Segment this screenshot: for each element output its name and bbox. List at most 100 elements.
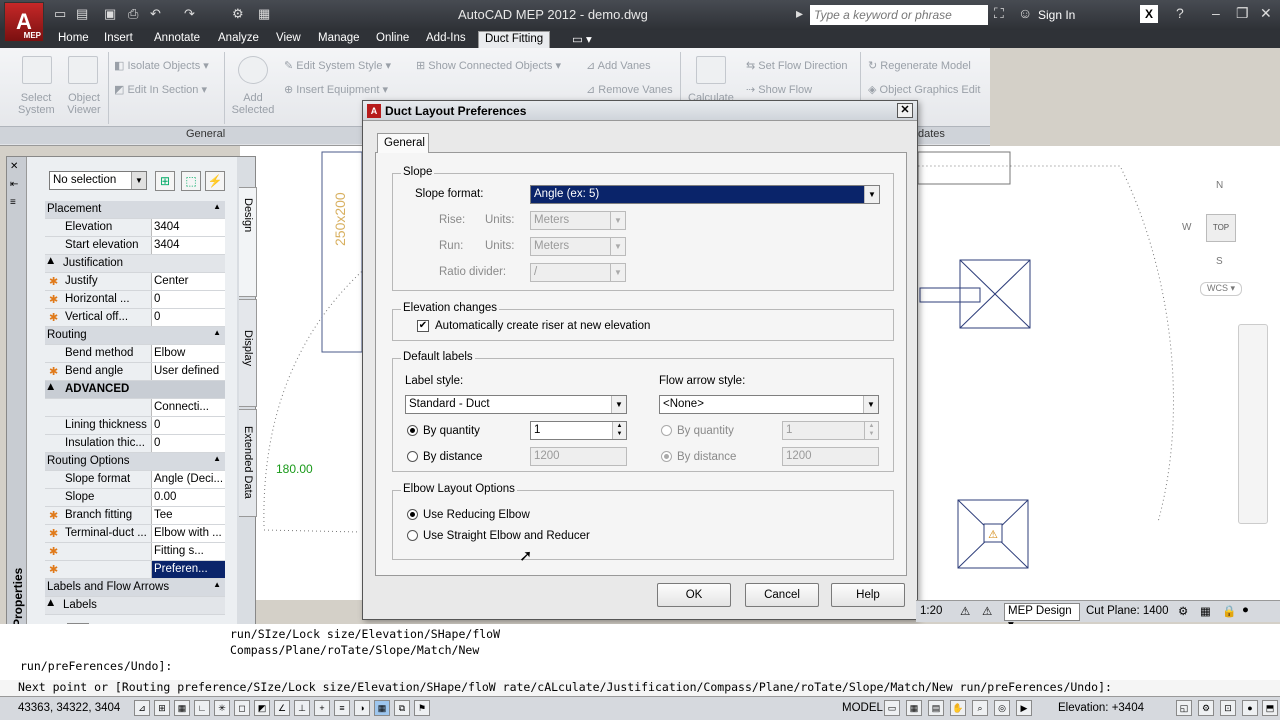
user-icon[interactable]: ☺ (1018, 5, 1032, 21)
snap-mode-icon[interactable]: ⊞ (154, 700, 170, 716)
workspace-settings-icon[interactable]: ⚙ (1178, 604, 1188, 618)
expand-arrow-icon[interactable]: ▸ (796, 5, 803, 22)
collapse-icon[interactable]: ▲ (45, 381, 56, 393)
application-menu-button[interactable]: A MEP (4, 2, 44, 42)
viewcube[interactable]: N W TOP S WCS ▾ (1180, 180, 1270, 300)
show-connected-objects-button[interactable]: ⊞ Show Connected Objects ▾ (416, 59, 561, 72)
collapse-icon[interactable]: ▲ (213, 328, 221, 337)
collapse-icon[interactable]: ▲ (213, 454, 221, 463)
minimize-icon[interactable]: – (1212, 5, 1220, 21)
pan-icon[interactable]: ✋ (950, 700, 966, 716)
search-input[interactable]: Type a keyword or phrase (810, 5, 988, 25)
property-category[interactable]: Justification ▲ (45, 255, 225, 273)
toggle-pickadd-icon[interactable]: ⊞ (155, 171, 175, 191)
object-graphics-edit-button[interactable]: ◈ Object Graphics Edit (868, 83, 980, 96)
tab-duct-fitting[interactable]: Duct Fitting (478, 31, 551, 48)
property-row[interactable]: ✱ Branch fitting Tee (45, 507, 225, 525)
property-row[interactable]: Start elevation 3404 (45, 237, 225, 255)
distance-field[interactable]: 1200 (530, 447, 627, 466)
tab-online[interactable]: Online (370, 31, 415, 48)
property-value[interactable]: 3404 (151, 237, 225, 254)
redo-icon[interactable]: ↷ (184, 6, 195, 22)
layer-icon[interactable]: ◱ (1176, 700, 1192, 716)
property-row[interactable]: ✱ Preferen... (45, 561, 225, 579)
property-value[interactable]: Connecti... (151, 399, 225, 416)
tab-add-ins[interactable]: Add-Ins (420, 31, 472, 48)
collapse-icon[interactable]: ▲ (213, 202, 221, 211)
property-row[interactable]: Slope format Angle (Deci... (45, 471, 225, 489)
regenerate-model-button[interactable]: ↻ Regenerate Model (868, 59, 971, 72)
property-row[interactable]: ✱ Vertical off... 0 (45, 309, 225, 327)
transparency-icon[interactable]: ◑ (354, 700, 370, 716)
property-value[interactable]: 0.00 (151, 489, 225, 506)
property-value[interactable]: Tee (151, 507, 225, 524)
tab-annotate[interactable]: Annotate (148, 31, 206, 48)
property-value[interactable]: 3404 (151, 219, 225, 236)
label-style-select[interactable]: Standard - Duct ▼ (405, 395, 627, 414)
tab-analyze[interactable]: Analyze (212, 31, 265, 48)
property-value[interactable]: 0 (151, 417, 225, 434)
palette-menu-icon[interactable]: ≡ (10, 197, 16, 208)
property-category[interactable]: Labels and Flow Arrows ▲ (45, 579, 225, 597)
settings-icon[interactable]: ⚙ (1198, 700, 1214, 716)
quantity-stepper[interactable]: 1 ▲ ▼ (530, 421, 627, 440)
dynamic-input-icon[interactable]: + (314, 700, 330, 716)
grid-display-icon[interactable]: ▦ (174, 700, 190, 716)
property-value[interactable]: Elbow with ... (151, 525, 225, 542)
property-category[interactable]: Labels ▲ (45, 597, 225, 615)
flow-by-distance-radio[interactable] (661, 451, 672, 462)
viewcube-top[interactable]: TOP (1206, 214, 1236, 242)
3d-object-snap-icon[interactable]: ◩ (254, 700, 270, 716)
collapse-icon[interactable]: ▲ (45, 255, 56, 267)
property-category[interactable]: Routing ▲ (45, 327, 225, 345)
infer-constraints-icon[interactable]: ⊿ (134, 700, 150, 716)
select-system-button[interactable]: Select System (18, 92, 55, 116)
property-category[interactable]: Routing Options ▲ (45, 453, 225, 471)
showmotion-icon[interactable]: ▶ (1016, 700, 1032, 716)
exchange-icon[interactable]: X (1140, 5, 1158, 23)
display-configuration-select[interactable]: MEP Design ▾ (1004, 603, 1080, 631)
polar-tracking-icon[interactable]: ✳ (214, 700, 230, 716)
straight-elbow-radio[interactable] (407, 530, 418, 541)
close-window-icon[interactable]: ✕ (1260, 5, 1272, 22)
edit-system-style-button[interactable]: ✎ Edit System Style ▾ (284, 59, 391, 72)
property-row[interactable]: Elevation 3404 (45, 219, 225, 237)
ratio-divider-select[interactable]: / ▼ (530, 263, 626, 282)
zoom-icon[interactable]: ⌕ (972, 700, 988, 716)
property-value[interactable]: Fitting s... (151, 543, 225, 560)
property-value[interactable]: 0 (151, 435, 225, 452)
property-row[interactable]: ✱ Bend angle User defined (45, 363, 225, 381)
selection-cycling-icon[interactable]: ⧉ (394, 700, 410, 716)
lineweight-icon[interactable]: ≡ (334, 700, 350, 716)
show-flow-button[interactable]: ⇢ Show Flow (746, 83, 812, 96)
property-category[interactable]: Placement ▲ (45, 201, 225, 219)
quick-view-layouts-icon[interactable]: ▦ (906, 700, 922, 716)
set-flow-direction-button[interactable]: ⇆ Set Flow Direction (746, 59, 848, 72)
model-icon[interactable]: ▭ (884, 700, 900, 716)
ribbon-minimize-icon[interactable]: ▭ ▾ (566, 31, 598, 48)
cut-plane-label[interactable]: Cut Plane: 1400 (1086, 605, 1168, 617)
command-line-input[interactable]: Next point or [Routing preference/SIze/L… (0, 680, 1280, 696)
slope-format-select[interactable]: Angle (ex: 5) ▼ (530, 185, 880, 204)
palette-close-icon[interactable]: ✕ (10, 161, 18, 172)
property-row[interactable]: Bend method Elbow (45, 345, 225, 363)
property-value[interactable]: Angle (Deci... (151, 471, 225, 488)
flow-by-quantity-radio[interactable] (661, 425, 672, 436)
tab-view[interactable]: View (270, 31, 307, 48)
add-vanes-button[interactable]: ⊿ Add Vanes (586, 59, 651, 72)
tab-display[interactable]: Display (239, 299, 257, 407)
property-value[interactable]: Preferen... (151, 561, 225, 578)
cancel-button[interactable]: Cancel (745, 583, 819, 607)
restore-icon[interactable]: ❐ (1236, 5, 1249, 22)
lock-icon[interactable]: 🔒 (1222, 604, 1236, 618)
flow-distance-field[interactable]: 1200 (782, 447, 879, 466)
quick-properties-icon[interactable]: ▦ (374, 700, 390, 716)
save-icon[interactable]: ▣ (104, 6, 116, 22)
help-icon[interactable]: ? (1176, 5, 1184, 21)
quick-view-drawings-icon[interactable]: ▤ (928, 700, 944, 716)
flow-quantity-stepper[interactable]: 1 ▲ ▼ (782, 421, 879, 440)
insert-equipment-button[interactable]: ⊕ Insert Equipment ▾ (284, 83, 388, 96)
by-distance-radio[interactable] (407, 451, 418, 462)
tab-insert[interactable]: Insert (98, 31, 139, 48)
properties-icon[interactable]: ▦ (258, 6, 270, 22)
